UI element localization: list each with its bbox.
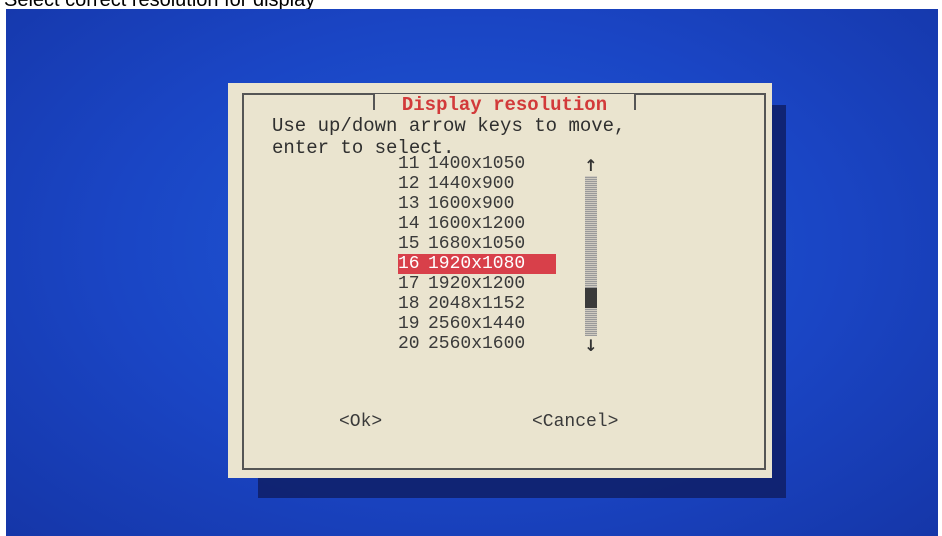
item-label: 1600x1200 xyxy=(428,214,526,234)
item-number: 16 xyxy=(398,254,420,274)
item-number: 15 xyxy=(398,234,420,254)
list-item[interactable]: 12 1440x900 xyxy=(398,174,558,194)
cancel-button[interactable]: <Cancel> xyxy=(532,412,618,432)
item-label: 2560x1440 xyxy=(428,314,526,334)
item-label: 1440x900 xyxy=(428,174,515,194)
arrow-down-icon[interactable]: ↓ xyxy=(583,338,599,354)
item-number: 17 xyxy=(398,274,420,294)
scroll-track[interactable] xyxy=(585,176,597,336)
list-item[interactable]: 17 1920x1200 xyxy=(398,274,558,294)
dialog-instructions: Use up/down arrow keys to move, enter to… xyxy=(272,115,626,159)
item-label: 2560x1600 xyxy=(428,334,526,354)
list-item[interactable]: 20 2560x1600 xyxy=(398,334,558,354)
item-number: 11 xyxy=(398,154,420,174)
list-item[interactable]: 19 2560x1440 xyxy=(398,314,558,334)
ok-button[interactable]: <Ok> xyxy=(339,412,382,432)
list-item[interactable]: 15 1680x1050 xyxy=(398,234,558,254)
item-number: 12 xyxy=(398,174,420,194)
item-label: 1400x1050 xyxy=(428,154,526,174)
scroll-thumb[interactable] xyxy=(585,288,597,308)
item-label: 1680x1050 xyxy=(428,234,526,254)
item-number: 14 xyxy=(398,214,420,234)
scrollbar[interactable]: ↑ ↓ xyxy=(583,158,599,354)
item-number: 13 xyxy=(398,194,420,214)
item-label: 1920x1200 xyxy=(428,274,526,294)
item-number: 19 xyxy=(398,314,420,334)
item-label: 2048x1152 xyxy=(428,294,526,314)
item-label: 1920x1080 xyxy=(428,254,526,274)
list-item[interactable]: 14 1600x1200 xyxy=(398,214,558,234)
list-item[interactable]: 18 2048x1152 xyxy=(398,294,558,314)
item-number: 20 xyxy=(398,334,420,354)
dialog-title: Display resolution xyxy=(373,94,636,116)
arrow-up-icon[interactable]: ↑ xyxy=(583,158,599,174)
list-item[interactable]: 11 1400x1050 xyxy=(398,154,558,174)
caption-text: Select correct resolution for display xyxy=(4,0,316,11)
item-number: 18 xyxy=(398,294,420,314)
item-label: 1600x900 xyxy=(428,194,515,214)
resolution-list[interactable]: 11 1400x1050 12 1440x900 13 1600x900 14 1600x12… xyxy=(398,154,558,354)
list-item[interactable]: 13 1600x900 xyxy=(398,194,558,214)
list-item-selected[interactable]: 16 1920x1080 xyxy=(398,254,556,274)
